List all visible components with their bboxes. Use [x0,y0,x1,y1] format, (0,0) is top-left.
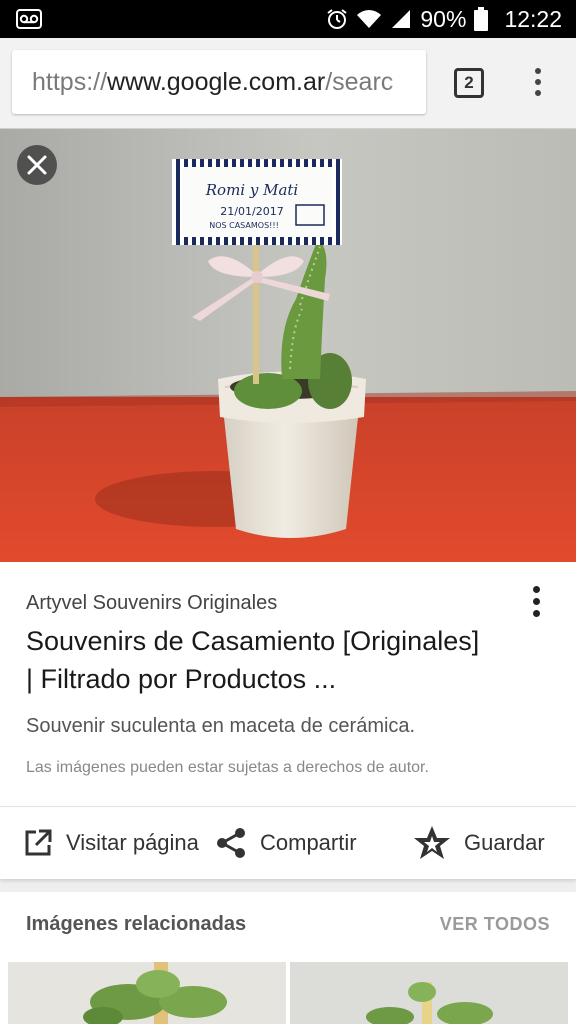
result-title-line1: Souvenirs de Casamiento [Originales] [26,626,480,656]
clock: 12:22 [504,5,562,32]
share-icon [217,828,245,858]
result-source[interactable]: Artyvel Souvenirs Originales [26,592,277,615]
visit-page-label: Visitar página [66,830,199,855]
related-thumbnail[interactable] [8,962,286,1024]
close-image-button[interactable] [17,145,57,185]
copyright-notice: Las imágenes pueden estar sujetas a dere… [26,759,429,776]
url-host: www.google.com.ar [107,68,326,96]
wifi-icon [356,8,382,30]
close-icon [27,155,47,175]
related-images-title: Imágenes relacionadas [26,913,247,935]
related-images-section: Imágenes relacionadas VER TODOS [0,892,576,1024]
battery-percent: 90% [420,5,467,32]
url-bar[interactable]: https://www.google.com.ar/searc [12,50,426,114]
action-bar: Visitar página Compartir Guardar [0,806,576,879]
label-date: 21/01/2017 [220,205,283,218]
save-button[interactable]: Guardar [412,807,545,879]
browser-toolbar: https://www.google.com.ar/searc 2 [0,38,576,129]
save-label: Guardar [464,830,545,855]
url-path: /searc [325,68,394,96]
result-image[interactable]: Romi y Mati 21/01/2017 NOS CASAMOS!!! [0,129,576,562]
browser-menu-icon[interactable] [532,68,544,100]
url-fade [386,50,426,114]
result-card: Artyvel Souvenirs Originales Souvenirs d… [0,562,576,806]
result-title-line2: | Filtrado por Productos ... [26,664,337,694]
battery-icon [474,7,489,31]
result-description: Souvenir suculenta en maceta de cerámica… [26,715,416,737]
label-text: NOS CASAMOS!!! [209,221,279,230]
more-options-icon[interactable] [530,586,542,622]
signal-icon [390,8,412,30]
star-save-icon [414,826,450,859]
result-title[interactable]: Souvenirs de Casamiento [Originales] | F… [26,622,546,698]
status-bar: 90% 12:22 [0,0,576,38]
voicemail-icon [16,9,42,34]
alarm-icon [326,8,348,30]
share-button[interactable]: Compartir [214,807,357,879]
label-names: Romi y Mati [205,181,299,199]
url-scheme: https:// [32,68,108,96]
url-text[interactable]: https://www.google.com.ar/searc [32,68,393,97]
visit-page-button[interactable]: Visitar página [22,807,199,879]
share-label: Compartir [260,830,357,855]
open-external-icon [25,829,52,856]
related-thumbnail[interactable] [290,962,568,1024]
tab-switcher-button[interactable]: 2 [454,68,484,98]
see-all-link[interactable]: VER TODOS [440,914,550,935]
